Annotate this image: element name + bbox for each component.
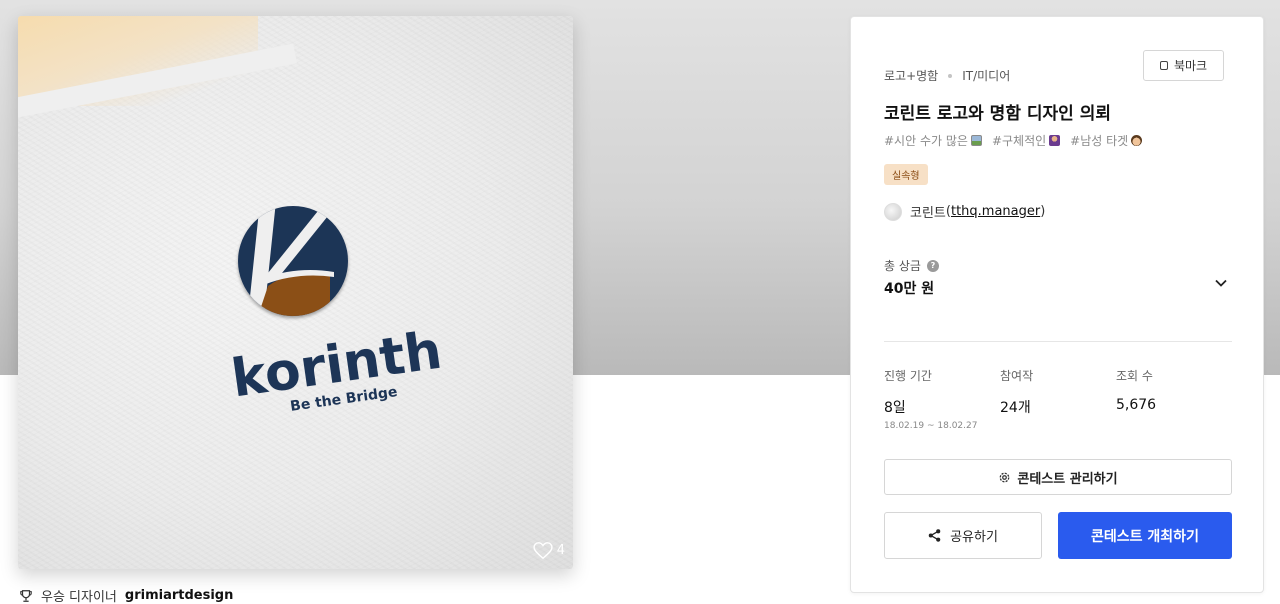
stat-views-label: 조회 수 xyxy=(1116,369,1153,383)
period-end: 18.02.27 xyxy=(937,421,978,431)
person-emoji-icon xyxy=(1049,135,1061,146)
contest-tags: #시안 수가 많은 #구체적인 #남성 타겟 xyxy=(884,132,1143,149)
like-count: 4 xyxy=(556,543,565,558)
trophy-icon xyxy=(20,589,32,602)
award-prefix: 우승 디자이너 xyxy=(41,590,117,604)
stat-entries-label: 참여작 xyxy=(1000,369,1034,383)
divider xyxy=(884,341,1232,342)
tag-many-drafts[interactable]: #시안 수가 많은 xyxy=(884,132,982,149)
help-icon[interactable]: ? xyxy=(926,259,939,272)
host-name: 코린트 xyxy=(910,206,946,221)
contest-host[interactable]: 코린트 (tthq.manager) xyxy=(884,202,1045,221)
picture-emoji-icon xyxy=(970,135,982,146)
share-button[interactable]: 공유하기 xyxy=(884,512,1042,559)
stat-period-value: 8일 xyxy=(884,400,906,416)
chevron-down-icon[interactable] xyxy=(1214,276,1228,290)
tag-specific[interactable]: #구체적인 xyxy=(991,132,1061,149)
winning-design-image[interactable]: korinth Be the Bridge 4 xyxy=(18,16,573,569)
stat-period-range: 18.02.19 ~ 18.02.27 xyxy=(884,421,977,431)
stat-views-value: 5,676 xyxy=(1116,397,1157,413)
tag-label: #시안 수가 많은 xyxy=(884,134,968,148)
prize-value: 40만 원 xyxy=(884,281,935,297)
stat-period-label: 진행 기간 xyxy=(884,369,932,383)
stat-views: 조회 수 5,676 xyxy=(1116,367,1156,413)
tag-label: #구체적인 xyxy=(991,134,1047,148)
prize-label: 총 상금 ? xyxy=(884,257,939,274)
heart-icon xyxy=(533,542,553,559)
contest-type-badge: 실속형 xyxy=(884,164,928,185)
host-avatar xyxy=(884,202,902,221)
manage-label: 콘테스트 관리하기 xyxy=(1017,471,1118,487)
bookmark-label: 북마크 xyxy=(1173,59,1208,73)
industry-label[interactable]: IT/미디어 xyxy=(962,67,1010,84)
korinth-logo: korinth Be the Bridge xyxy=(228,206,443,415)
gear-icon xyxy=(1000,472,1010,482)
stat-entries: 참여작 24개 xyxy=(1000,367,1033,417)
share-label: 공유하기 xyxy=(950,530,998,545)
prize-label-text: 총 상금 xyxy=(884,259,921,273)
like-button[interactable]: 4 xyxy=(533,542,565,559)
separator-dot xyxy=(948,73,953,78)
winner-designer: 우승 디자이너 grimiartdesign xyxy=(19,586,233,604)
period-separator: ~ xyxy=(926,421,935,431)
tag-male-target[interactable]: #남성 타겟 xyxy=(1070,132,1143,149)
tag-label: #남성 타겟 xyxy=(1070,134,1129,148)
category-label[interactable]: 로고+명함 xyxy=(884,67,938,84)
host-contest-button[interactable]: 콘테스트 개최하기 xyxy=(1058,512,1232,559)
contest-info-panel: 로고+명함 IT/미디어 북마크 코린트 로고와 명함 디자인 의뢰 #시안 수… xyxy=(850,16,1264,593)
host-id-link[interactable]: tthq.manager xyxy=(951,204,1040,219)
share-icon xyxy=(928,529,941,542)
man-emoji-icon xyxy=(1131,135,1143,146)
stat-period: 진행 기간 8일 18.02.19 ~ 18.02.27 xyxy=(884,367,977,431)
contest-title: 코린트 로고와 명함 디자인 의뢰 xyxy=(884,104,1111,124)
bookmark-button[interactable]: 북마크 xyxy=(1143,50,1224,81)
period-start: 18.02.19 xyxy=(884,421,925,431)
manage-contest-button[interactable]: 콘테스트 관리하기 xyxy=(884,459,1232,495)
category-breadcrumb: 로고+명함 IT/미디어 xyxy=(884,67,1010,84)
bookmark-icon xyxy=(1159,61,1168,70)
winner-designer-name[interactable]: grimiartdesign xyxy=(125,588,233,603)
stat-entries-value: 24개 xyxy=(1000,400,1031,416)
